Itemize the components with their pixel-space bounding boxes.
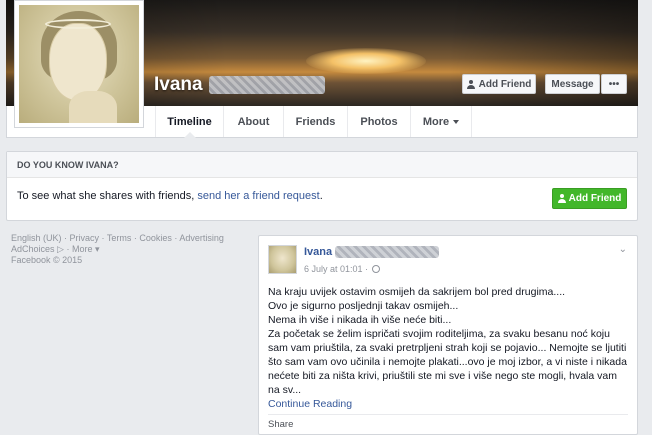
footer-line-2[interactable]: AdChoices ▷ · More ▾ [11, 244, 241, 255]
profile-name[interactable]: Ivana [154, 74, 325, 96]
chevron-down-icon[interactable]: ⌄ [619, 244, 627, 255]
facebook-profile-page: Ivana Add Friend Message ••• Timeline Ab… [0, 0, 652, 435]
card-text: To see what she shares with friends, sen… [17, 190, 323, 202]
tab-about[interactable]: About [223, 106, 283, 137]
timeline-post: Ivana 6 July at 01:01 · ⌄ Na kraju uvije… [258, 235, 638, 435]
avatar[interactable] [268, 245, 297, 274]
post-author[interactable]: Ivana [304, 246, 440, 258]
do-you-know-card: DO YOU KNOW IVANA? To see what she share… [6, 151, 638, 221]
tab-timeline[interactable]: Timeline [155, 106, 223, 138]
card-heading: DO YOU KNOW IVANA? [7, 152, 637, 178]
more-options-button[interactable]: ••• [601, 74, 627, 94]
add-friend-green-button[interactable]: Add Friend [552, 188, 627, 209]
tab-photos[interactable]: Photos [347, 106, 410, 137]
add-person-icon [557, 194, 566, 203]
globe-icon [372, 265, 381, 273]
add-person-icon [466, 79, 475, 89]
footer-links: English (UK) · Privacy · Terms · Cookies… [11, 233, 241, 266]
add-friend-button[interactable]: Add Friend [462, 74, 536, 94]
post-timestamp[interactable]: 6 July at 01:01 · [304, 264, 381, 274]
profile-first-name: Ivana [154, 74, 203, 95]
redacted-surname [335, 246, 440, 258]
tab-more[interactable]: More [410, 106, 472, 137]
footer-line-1[interactable]: English (UK) · Privacy · Terms · Cookies… [11, 233, 241, 244]
profile-picture[interactable] [14, 0, 144, 128]
redacted-surname [208, 76, 325, 94]
message-button[interactable]: Message [545, 74, 600, 94]
share-button[interactable]: Share [268, 419, 293, 430]
friend-request-link[interactable]: send her a friend request [197, 190, 319, 202]
chevron-down-icon [453, 119, 460, 124]
tab-friends[interactable]: Friends [283, 106, 347, 137]
continue-reading-link[interactable]: Continue Reading [268, 398, 352, 410]
post-body: Na kraju uvijek ostavim osmijeh da sakri… [268, 286, 627, 396]
footer-copyright: Facebook © 2015 [11, 255, 83, 265]
